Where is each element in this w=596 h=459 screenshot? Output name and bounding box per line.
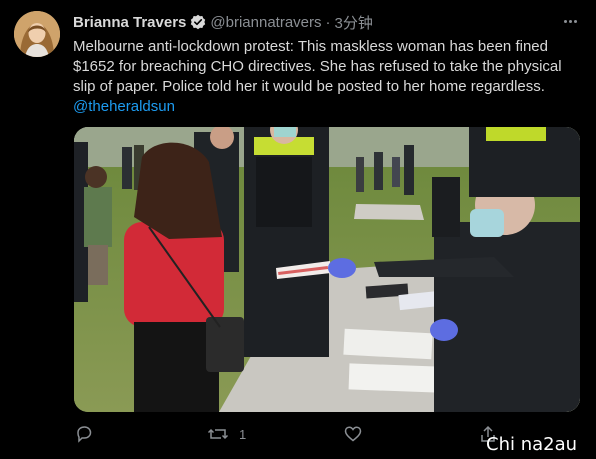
tweet[interactable]: Brianna Travers @briannatravers · 3分钟 Me… [0,0,596,459]
tweet-text-line: slip of paper. Police told her it would … [73,78,545,95]
header-separator: · [325,13,331,31]
tweet-text: Melbourne anti-lockdown protest: This ma… [73,37,585,117]
tweet-photo[interactable] [74,127,580,412]
reply-button[interactable] [74,423,94,445]
timestamp[interactable]: 3分钟 [335,12,373,33]
watermark: Chi na2au [486,434,578,455]
tweet-text-line: $1652 for breaching CHO directives. She … [73,58,562,75]
reply-icon [74,424,94,444]
more-options-icon[interactable] [561,12,579,30]
retweet-count: 1 [239,426,247,442]
tweet-text-line: Melbourne anti-lockdown protest: This ma… [73,38,548,55]
like-button[interactable] [343,423,363,445]
retweet-icon [207,424,229,444]
verified-badge-icon [190,14,206,30]
author-name[interactable]: Brianna Travers [73,14,186,31]
avatar[interactable] [14,11,60,57]
author-handle[interactable]: @briannatravers [210,14,321,31]
mention-link[interactable]: @theheraldsun [73,97,585,117]
retweet-button[interactable]: 1 [207,423,246,445]
tweet-header: Brianna Travers @briannatravers · 3分钟 [73,12,373,32]
heart-icon [343,424,363,444]
